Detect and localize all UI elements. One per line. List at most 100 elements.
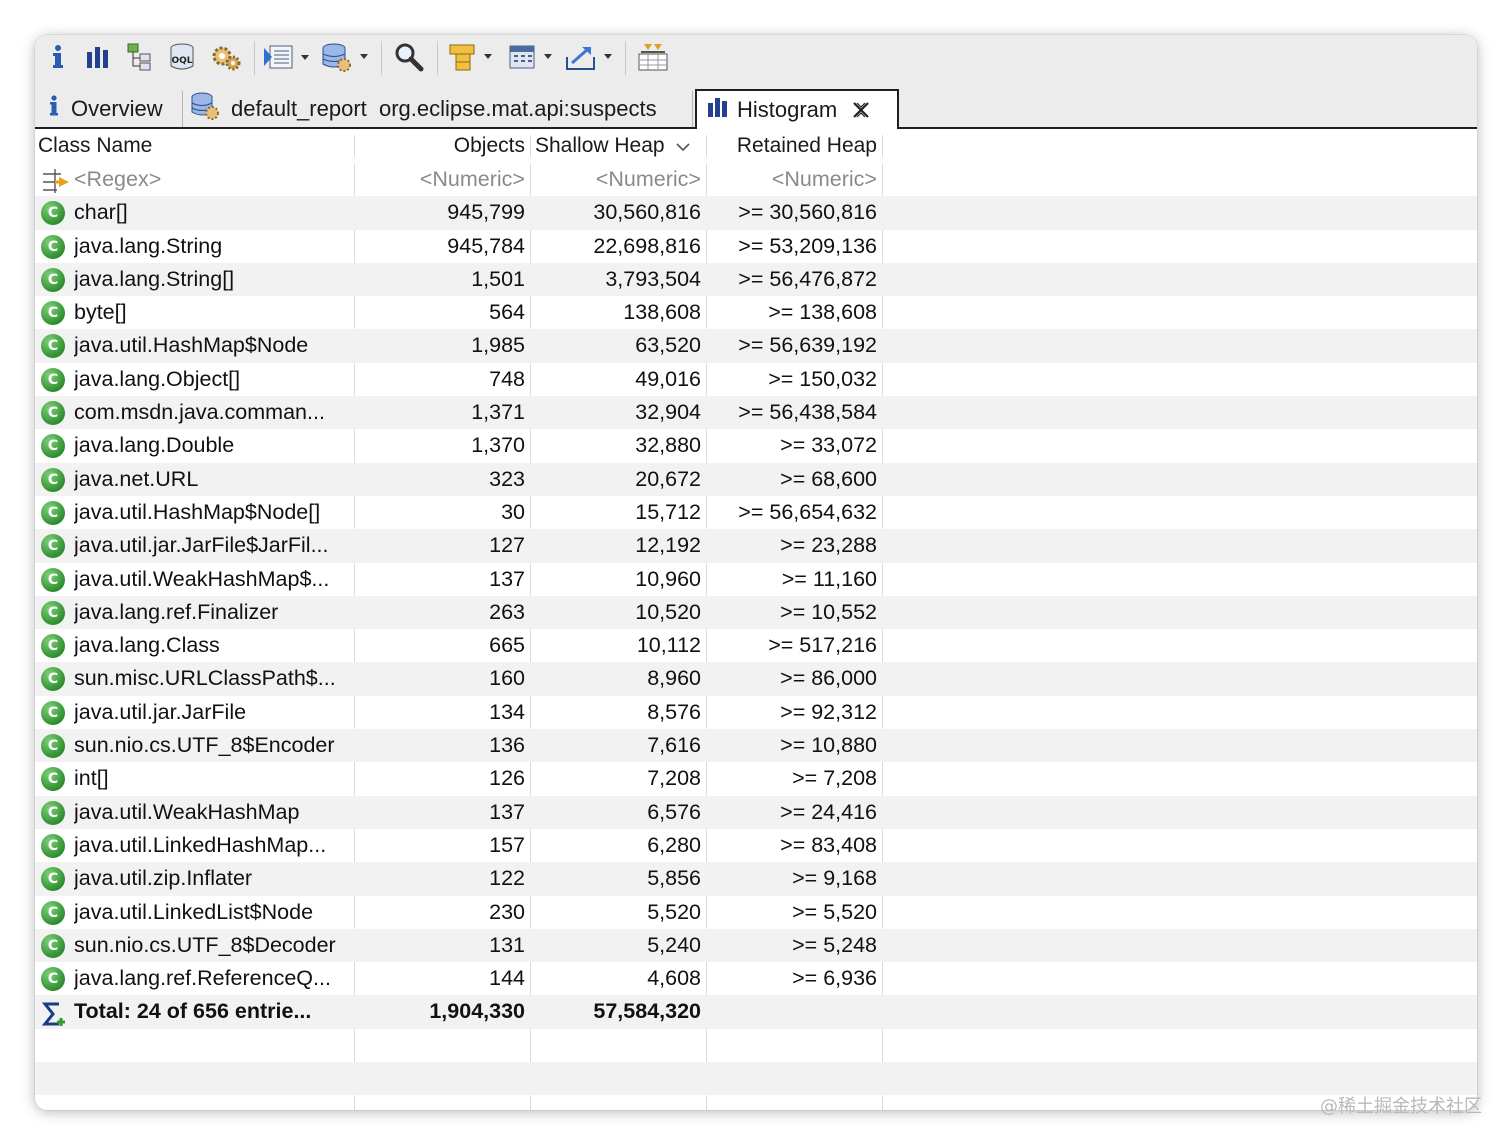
retained-heap-cell: >= 7,208 <box>792 766 877 791</box>
shallow-heap-cell: 20,672 <box>635 466 701 491</box>
table-row[interactable]: Cjava.util.WeakHashMap 137 6,576 >= 24,416 <box>35 795 1477 829</box>
query-browser-icon[interactable] <box>319 39 373 75</box>
class-name-cell: java.util.WeakHashMap$... <box>74 566 330 591</box>
objects-cell: 323 <box>489 466 525 491</box>
class-icon: C <box>41 301 65 326</box>
filter-row: <Regex> <Numeric> <Numeric> <Numeric> <box>35 163 1477 196</box>
table-row[interactable]: Ccom.msdn.java.comman... 1,371 32,904 >= 56… <box>35 396 1477 430</box>
retained-heap-cell: >= 56,438,584 <box>738 400 877 425</box>
class-icon-letter: C <box>41 767 65 792</box>
table-row[interactable]: Cjava.util.HashMap$Node 1,985 63,520 >= 56,… <box>35 329 1477 363</box>
objects-filter[interactable]: <Numeric> <box>355 163 525 196</box>
table-row[interactable]: Csun.nio.cs.UTF_8$Decoder 131 5,240 >= 5,24… <box>35 928 1477 963</box>
heap-dump-details-icon[interactable] <box>207 39 245 75</box>
pin-icon[interactable] <box>633 39 673 75</box>
total-objects: 1,904,330 <box>429 999 525 1024</box>
toolbar-separator <box>381 41 382 75</box>
shallow-heap-cell: 12,192 <box>635 533 701 558</box>
table-row[interactable]: Cjava.util.jar.JarFile$JarFil... 127 12,19… <box>35 529 1477 563</box>
run-expert-system-icon[interactable] <box>261 39 313 75</box>
table-row[interactable]: Cjava.lang.String 945,784 22,698,816 >= 53,… <box>35 230 1477 263</box>
column-divider[interactable] <box>706 135 707 157</box>
class-name-filter[interactable]: <Regex> <box>74 163 350 196</box>
column-divider[interactable] <box>354 135 355 157</box>
table-row[interactable]: Cjava.lang.ref.Finalizer 263 10,520 >= 10,5… <box>35 595 1477 630</box>
oql-icon[interactable]: OQL <box>165 39 199 75</box>
shallow-heap-cell: 32,880 <box>635 433 701 458</box>
table-row[interactable]: Cjava.lang.Object[] 748 49,016 >= 150,032 <box>35 363 1477 396</box>
column-header-objects[interactable]: Objects <box>357 129 525 163</box>
table-row[interactable]: Cint[] 126 7,208 >= 7,208 <box>35 762 1477 795</box>
objects-cell: 137 <box>489 566 525 591</box>
retained-heap-cell: >= 10,552 <box>780 599 877 624</box>
table-row[interactable]: Csun.nio.cs.UTF_8$Encoder 136 7,616 >= 10,8… <box>35 729 1477 763</box>
column-header-retained-heap[interactable]: Retained Heap <box>709 129 877 163</box>
class-icon-letter: C <box>41 833 65 858</box>
table-row[interactable]: Cchar[] 945,799 30,560,816 >= 30,560,816 <box>35 196 1477 230</box>
shallow-heap-filter[interactable]: <Numeric> <box>531 163 701 196</box>
tab-label: Overview <box>71 96 163 121</box>
objects-cell: 230 <box>489 899 525 924</box>
group-by-icon[interactable] <box>445 39 497 75</box>
class-icon-letter: C <box>41 467 65 492</box>
class-name-cell: java.lang.String <box>74 233 223 258</box>
table-row[interactable]: Cjava.net.URL 323 20,672 >= 68,600 <box>35 462 1477 496</box>
class-icon: C <box>41 667 65 692</box>
class-icon-letter: C <box>41 401 65 426</box>
shallow-heap-cell: 32,904 <box>635 400 701 425</box>
dominator-tree-icon[interactable] <box>123 39 157 75</box>
calculate-retained-size-icon[interactable] <box>505 39 557 75</box>
class-icon: C <box>41 967 65 992</box>
histogram-icon[interactable] <box>81 39 115 75</box>
shallow-heap-cell: 5,856 <box>647 866 701 891</box>
class-icon: C <box>41 933 65 958</box>
histogram-icon <box>707 96 729 124</box>
class-icon-letter: C <box>41 900 65 925</box>
toolbar: OQL <box>35 35 1477 89</box>
retained-heap-cell: >= 68,600 <box>780 466 877 491</box>
retained-heap-cell: >= 86,000 <box>780 666 877 691</box>
table-row[interactable]: Cjava.util.jar.JarFile 134 8,576 >= 92,312 <box>35 696 1477 729</box>
objects-cell: 263 <box>489 599 525 624</box>
table-row[interactable]: Cbyte[] 564 138,608 >= 138,608 <box>35 296 1477 329</box>
shallow-heap-cell: 7,208 <box>647 766 701 791</box>
objects-cell: 137 <box>489 799 525 824</box>
info-icon[interactable] <box>41 39 75 75</box>
objects-cell: 1,370 <box>471 433 525 458</box>
column-header-label: Shallow Heap <box>535 134 665 157</box>
class-icon-letter: C <box>41 500 65 525</box>
class-icon-letter: C <box>41 567 65 592</box>
tab-default-report[interactable]: default_report org.eclipse.mat.api:suspe… <box>183 91 693 127</box>
table-row[interactable]: Cjava.util.LinkedHashMap... 157 6,280 >= 83… <box>35 829 1477 862</box>
tab-overview[interactable]: Overview <box>35 91 183 127</box>
class-icon: C <box>41 201 65 226</box>
table-row[interactable]: Cjava.lang.Double 1,370 32,880 >= 33,072 <box>35 429 1477 462</box>
table-row[interactable]: Cjava.lang.Class 665 10,112 >= 517,216 <box>35 629 1477 662</box>
table-row[interactable]: Cjava.lang.String[] 1,501 3,793,504 >= 56,4… <box>35 262 1477 297</box>
table-row[interactable]: Cjava.util.WeakHashMap$... 137 10,960 >= 11… <box>35 563 1477 596</box>
class-icon: C <box>41 267 65 292</box>
table-row[interactable]: Cjava.util.HashMap$Node[] 30 15,712 >= 56,6… <box>35 496 1477 529</box>
find-object-icon[interactable] <box>389 39 429 75</box>
toolbar-separator <box>254 41 255 75</box>
table-row[interactable]: Cjava.util.LinkedList$Node 230 5,520 >= 5,5… <box>35 896 1477 929</box>
retained-heap-cell: >= 5,520 <box>792 899 877 924</box>
class-icon: C <box>41 467 65 492</box>
table-row[interactable]: Csun.misc.URLClassPath$... 160 8,960 >= 86,… <box>35 662 1477 696</box>
retained-heap-filter[interactable]: <Numeric> <box>707 163 877 196</box>
column-divider[interactable] <box>530 135 531 157</box>
tab-histogram[interactable]: Histogram <box>695 89 899 129</box>
close-icon[interactable] <box>851 100 871 120</box>
class-name-cell: java.util.LinkedList$Node <box>74 899 314 924</box>
class-icon: C <box>41 833 65 858</box>
column-header-shallow-heap[interactable]: Shallow Heap <box>535 129 705 163</box>
table-row[interactable]: Cjava.lang.ref.ReferenceQ... 144 4,608 >= 6… <box>35 962 1477 995</box>
objects-cell: 1,371 <box>471 400 525 425</box>
total-row[interactable]: Total: 24 of 656 entrie... 1,904,330 57,58… <box>35 995 1477 1029</box>
export-icon[interactable] <box>563 39 617 75</box>
shallow-heap-cell: 3,793,504 <box>605 266 701 291</box>
table-row[interactable]: Cjava.util.zip.Inflater 122 5,856 >= 9,168 <box>35 862 1477 896</box>
column-header-class-name[interactable]: Class Name <box>38 129 348 163</box>
column-divider[interactable] <box>882 135 883 157</box>
class-icon-letter: C <box>41 700 65 725</box>
